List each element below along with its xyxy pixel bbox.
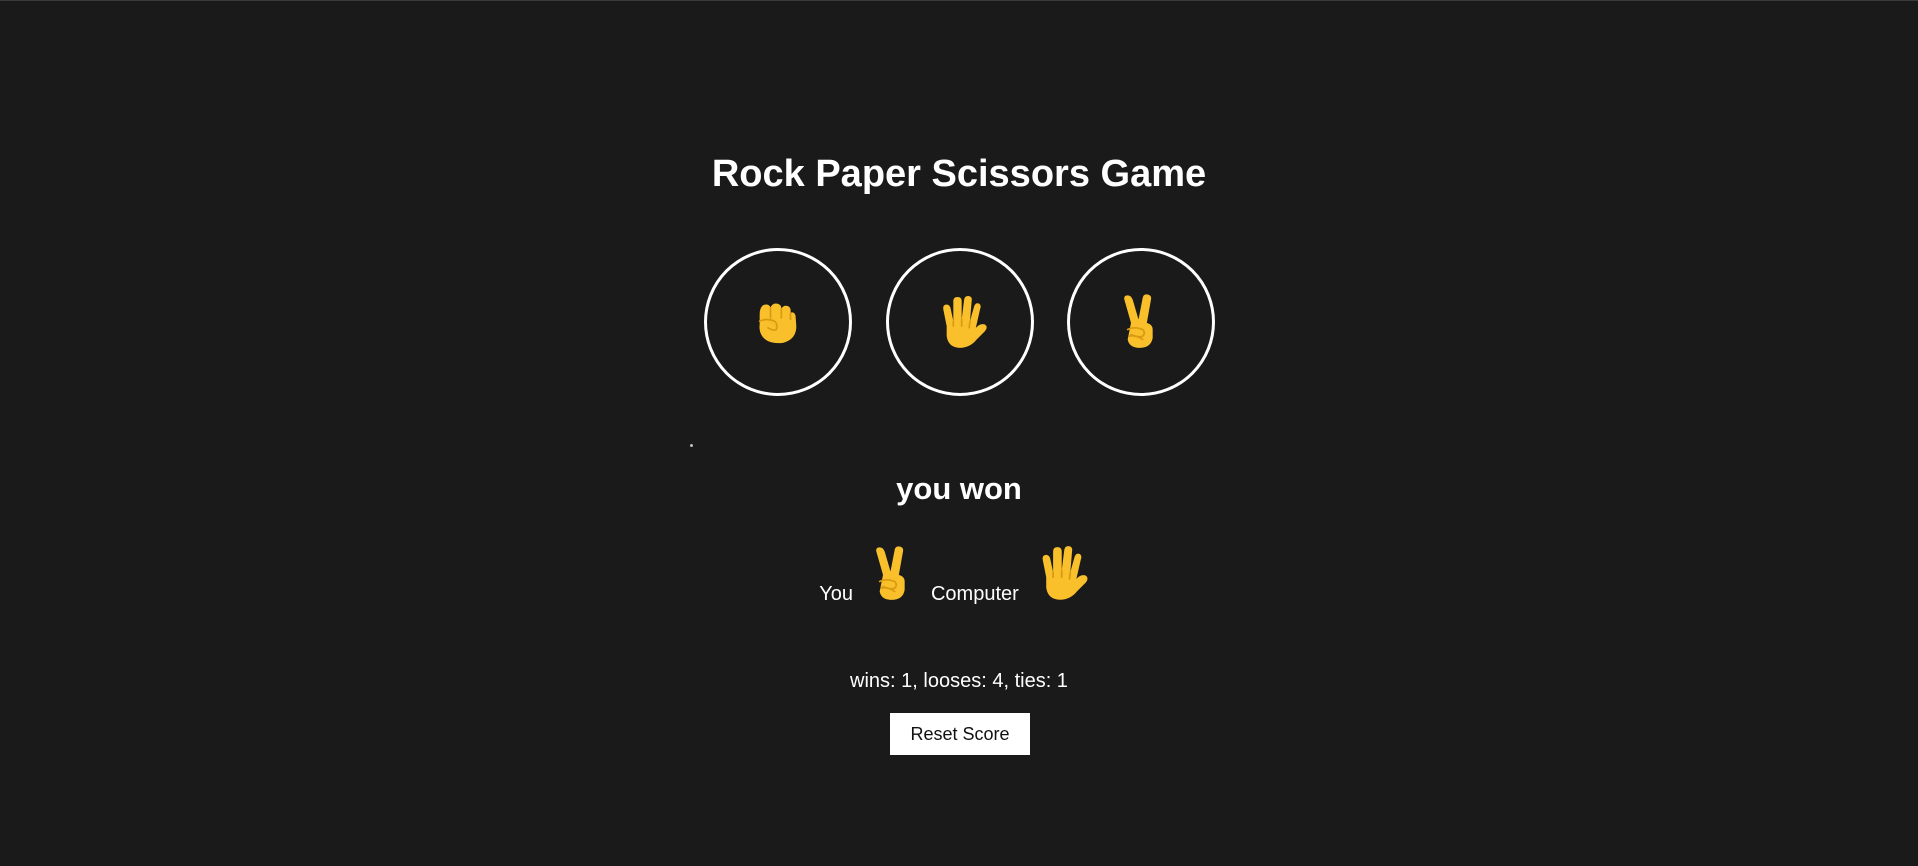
score-text: wins: 1, looses: 4, ties: 1	[850, 670, 1068, 692]
raised-hand-icon	[941, 295, 988, 349]
computer-label: Computer	[930, 583, 1019, 605]
result-text: you won	[896, 471, 1022, 506]
raised-hand-icon	[1041, 545, 1089, 601]
stray-dot	[690, 444, 693, 447]
rock-button[interactable]	[704, 248, 852, 396]
victory-hand-icon	[875, 545, 906, 601]
game-page: Rock Paper Scissors Game you won You Com…	[0, 0, 1918, 866]
reset-score-button[interactable]: Reset Score	[890, 713, 1030, 755]
page-title: Rock Paper Scissors Game	[711, 153, 1207, 195]
paper-button[interactable]	[885, 248, 1034, 396]
raised-fist-icon	[758, 302, 798, 344]
victory-hand-icon	[1123, 293, 1154, 349]
picks-row: You Computer	[0, 537, 1918, 607]
scissors-button[interactable]	[1067, 248, 1215, 396]
move-buttons	[704, 248, 1215, 398]
you-label: You	[819, 583, 853, 605]
